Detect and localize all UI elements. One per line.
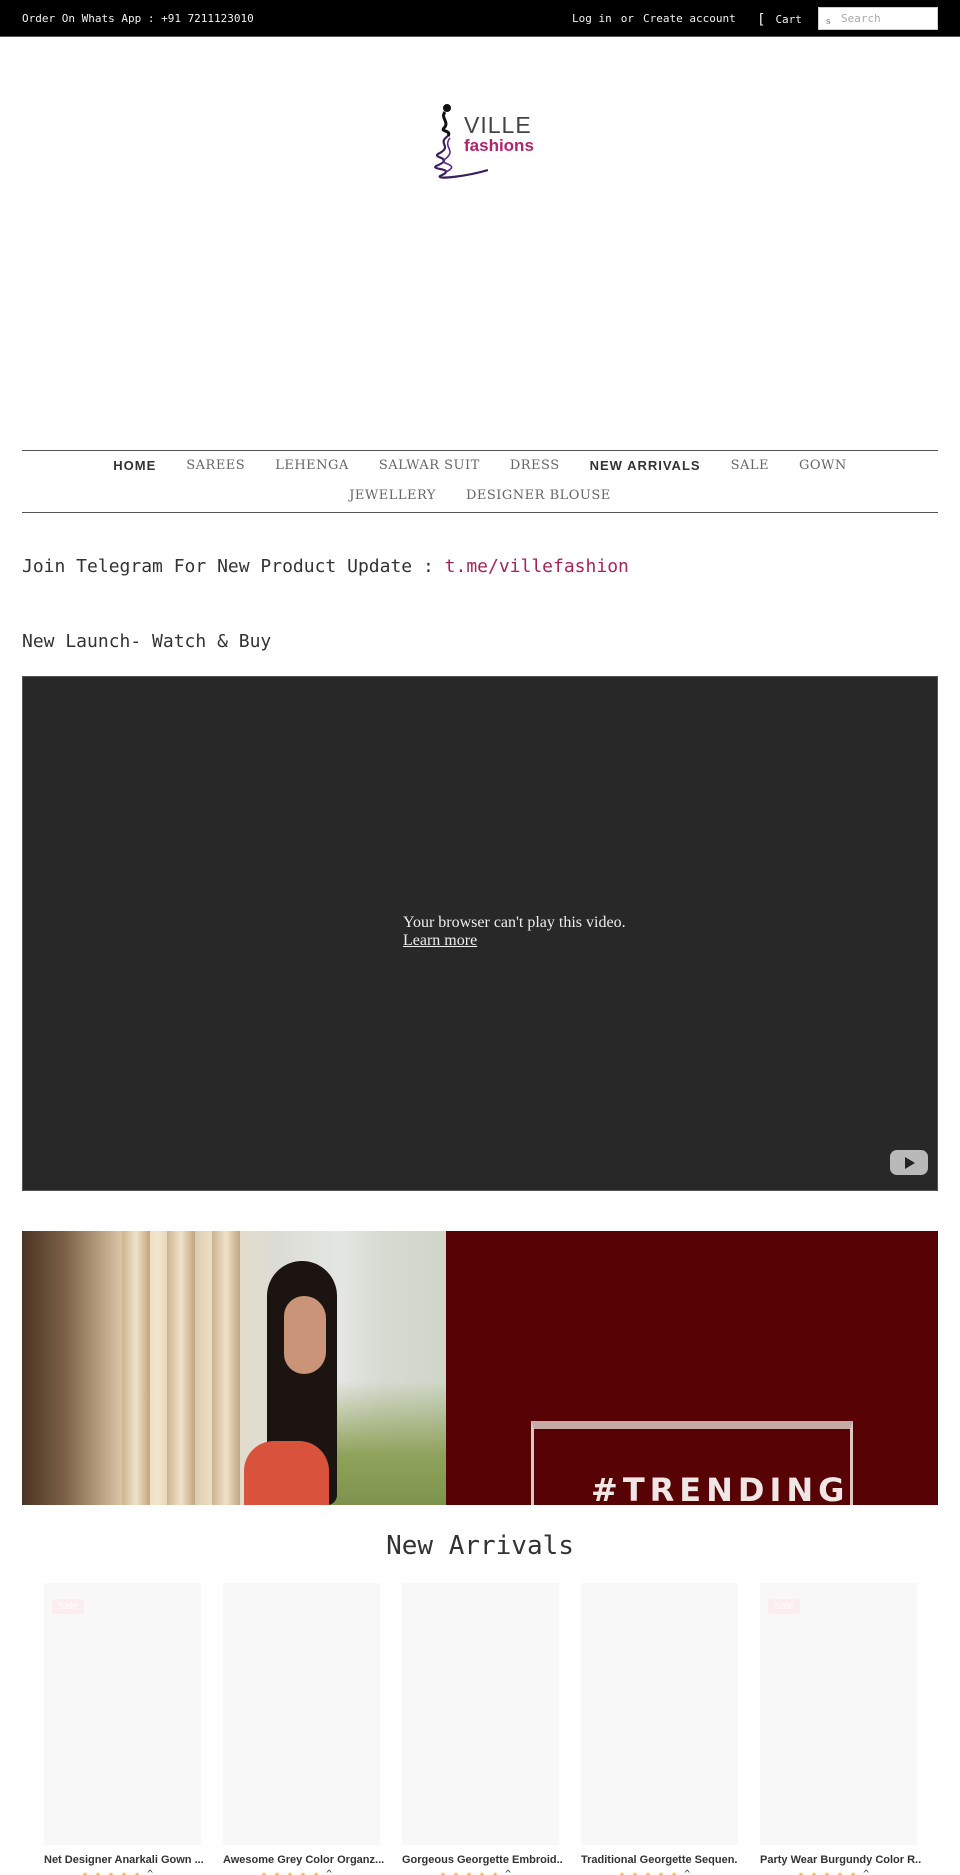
telegram-promo: Join Telegram For New Product Update : t… (22, 556, 629, 577)
product-card[interactable]: Sale Net Designer Anarkali Gown ... ★★★★★^ (44, 1583, 204, 1875)
product-image[interactable] (223, 1583, 380, 1845)
product-image[interactable] (402, 1583, 559, 1845)
product-title[interactable]: Party Wear Burgundy Color R.. (760, 1854, 921, 1866)
cart-label: Cart (775, 13, 802, 26)
product-rating: ★★★★★^ (44, 1869, 201, 1875)
telegram-text: Join Telegram For New Product Update : (22, 556, 445, 577)
whatsapp-order-text: Order On Whats App : +91 7211123010 (22, 12, 254, 25)
logo-text-ville: VILLE (464, 112, 532, 138)
logo-text-fashions: fashions (464, 136, 534, 155)
banner-maroon-panel: #TRENDING (446, 1231, 938, 1505)
section-title-new-launch: New Launch- Watch & Buy (22, 631, 272, 652)
nav-item-new-arrivals[interactable]: NEW ARRIVALS (590, 455, 701, 485)
product-title[interactable]: Awesome Grey Color Organz... (223, 1854, 384, 1866)
star-icons: ★★★★★ (798, 1869, 864, 1875)
create-account-link[interactable]: Create account (643, 12, 736, 25)
product-card[interactable]: Traditional Georgette Sequen. ★★★★★^ (581, 1583, 738, 1875)
product-image[interactable]: Sale (44, 1583, 201, 1845)
product-card[interactable]: Sale Party Wear Burgundy Color R.. ★★★★★^ (760, 1583, 921, 1875)
login-link[interactable]: Log in (572, 12, 612, 25)
banner-photo (22, 1231, 446, 1505)
sale-badge: Sale (768, 1599, 801, 1614)
banner-text: #TRENDING (591, 1471, 850, 1505)
product-image[interactable]: Sale (760, 1583, 917, 1845)
star-icons: ★★★★★ (82, 1869, 148, 1875)
nav-item-dress[interactable]: DRESS (510, 455, 560, 485)
account-links: Log in or Create account (572, 12, 736, 25)
product-card[interactable]: Awesome Grey Color Organz... ★★★★★^ (223, 1583, 384, 1875)
star-icons: ★★★★★ (440, 1869, 506, 1875)
search-box: s (818, 7, 938, 30)
star-icons: ★★★★★ (619, 1869, 685, 1875)
video-error-message: Your browser can't play this video. Lear… (403, 914, 626, 950)
product-rating: ★★★★★^ (223, 1869, 380, 1875)
top-bar: Order On Whats App : +91 7211123010 Log … (0, 0, 960, 37)
video-player[interactable]: Your browser can't play this video. Lear… (22, 676, 938, 1191)
chevron-up-icon[interactable]: ^ (863, 1869, 869, 1875)
chevron-up-icon[interactable]: ^ (505, 1869, 511, 1875)
nav-item-jewellery[interactable]: JEWELLERY (349, 485, 436, 515)
chevron-up-icon[interactable]: ^ (147, 1869, 153, 1875)
site-logo[interactable]: VILLE fashions (428, 100, 538, 186)
nav-item-designer-blouse[interactable]: DESIGNER BLOUSE (466, 485, 611, 515)
search-input[interactable] (841, 10, 935, 27)
sale-badge: Sale (52, 1599, 85, 1614)
product-rating: ★★★★★^ (760, 1869, 917, 1875)
chevron-up-icon[interactable]: ^ (684, 1869, 690, 1875)
or-separator: or (620, 12, 634, 25)
product-rating: ★★★★★^ (581, 1869, 738, 1875)
chevron-up-icon[interactable]: ^ (326, 1869, 332, 1875)
youtube-play-icon[interactable] (890, 1150, 928, 1175)
nav-item-lehenga[interactable]: LEHENGA (275, 455, 349, 485)
main-nav: HOME SAREES LEHENGA SALWAR SUIT DRESS NEW ARR… (22, 450, 938, 513)
cart-link[interactable]: [ Cart (757, 11, 802, 28)
cart-icon: [ (757, 12, 766, 28)
product-image[interactable] (581, 1583, 738, 1845)
nav-item-home[interactable]: HOME (113, 455, 156, 485)
product-title[interactable]: Traditional Georgette Sequen. (581, 1854, 738, 1866)
nav-item-gown[interactable]: GOWN (799, 455, 847, 485)
product-title[interactable]: Gorgeous Georgette Embroid.. (402, 1854, 563, 1866)
video-error-text: Your browser can't play this video. (403, 914, 626, 931)
nav-item-sale[interactable]: SALE (731, 455, 769, 485)
star-icons: ★★★★★ (261, 1869, 327, 1875)
product-rating: ★★★★★^ (402, 1869, 559, 1875)
product-card[interactable]: Gorgeous Georgette Embroid.. ★★★★★^ (402, 1583, 563, 1875)
nav-item-salwar-suit[interactable]: SALWAR SUIT (379, 455, 480, 485)
product-title[interactable]: Net Designer Anarkali Gown ... (44, 1854, 204, 1866)
trending-banner[interactable]: #TRENDING (22, 1231, 938, 1505)
section-title-new-arrivals: New Arrivals (386, 1531, 574, 1561)
search-icon[interactable]: s (826, 17, 831, 27)
learn-more-link[interactable]: Learn more (403, 932, 626, 950)
nav-item-sarees[interactable]: SAREES (186, 455, 245, 485)
telegram-link[interactable]: t.me/villefashion (445, 556, 629, 577)
